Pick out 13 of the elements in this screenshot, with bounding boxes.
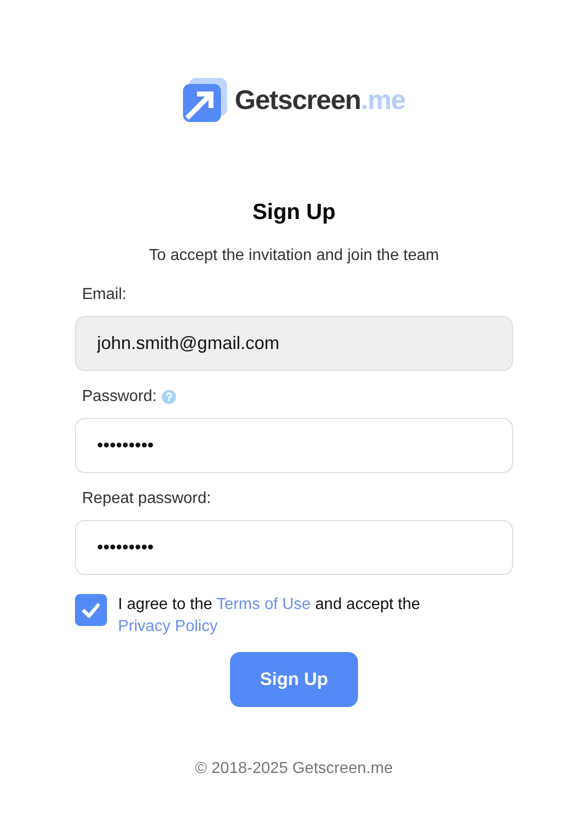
logo-text: Getscreen.me	[234, 84, 406, 117]
logo-icon	[182, 78, 227, 122]
subtitle: To accept the invitation and join the team	[149, 246, 439, 266]
copyright-text: © 2018-2025 Getscreen.me	[195, 759, 393, 779]
field-label: Password:	[82, 387, 157, 407]
agreement-text: I agree to the Terms of Use and accept the Privacy Policy	[118, 595, 422, 637]
agree-checkbox[interactable]	[75, 594, 107, 626]
field-label: Email:	[82, 285, 126, 305]
input-field[interactable]: •••••••••	[75, 418, 513, 473]
input-field[interactable]: •••••••••	[75, 520, 513, 575]
field-label: Repeat password:	[82, 489, 211, 509]
page-title: Sign Up	[252, 198, 336, 226]
check-icon	[81, 602, 101, 618]
